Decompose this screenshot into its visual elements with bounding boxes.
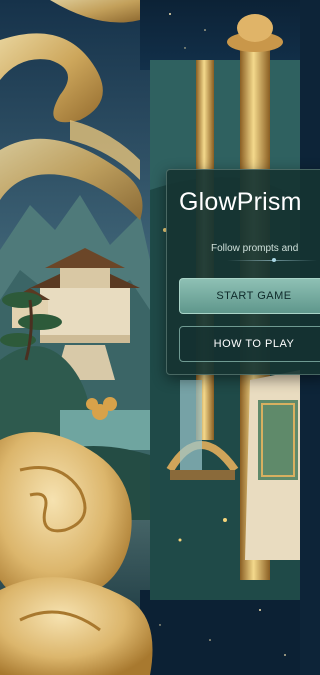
how-to-play-button[interactable]: HOW TO PLAY	[179, 326, 320, 362]
game-title: GlowPrism	[179, 188, 302, 216]
game-subtitle: Follow prompts and	[211, 243, 299, 254]
start-game-button[interactable]: START GAME	[179, 278, 320, 314]
main-menu-panel: GlowPrism Follow prompts and START GAME …	[166, 169, 320, 375]
divider-gem-icon	[272, 258, 276, 262]
